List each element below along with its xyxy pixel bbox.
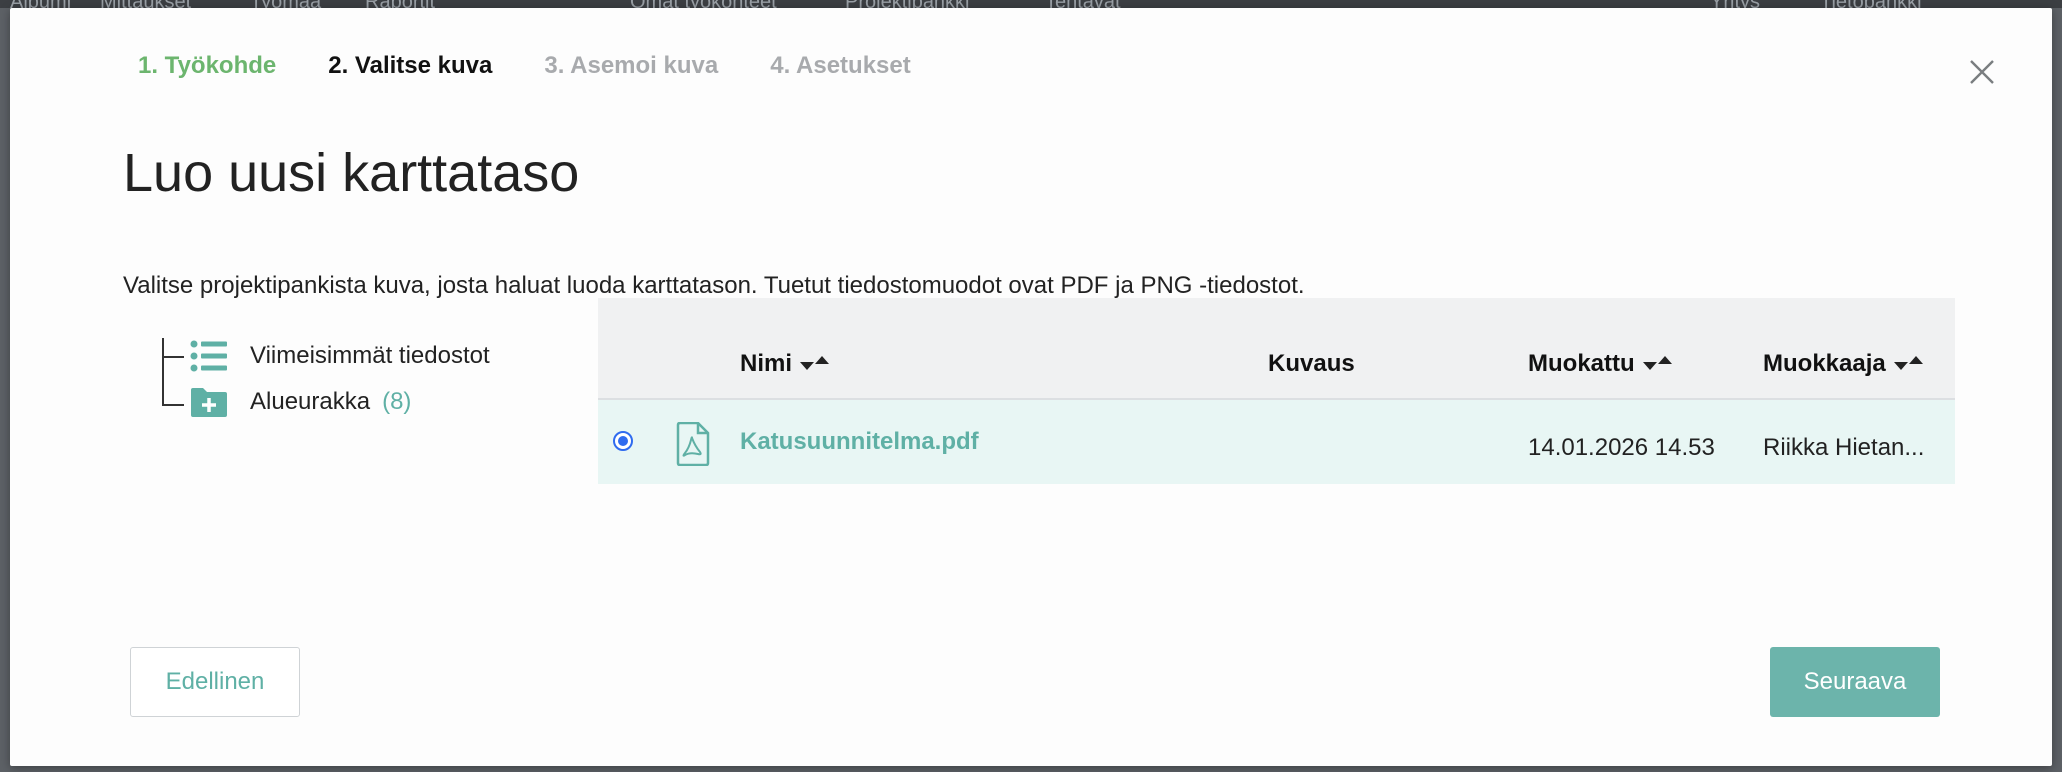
table-row[interactable]: Katusuunnitelma.pdf 14.01.2026 14.53 Rii… [598,400,1955,484]
sort-icon [800,355,830,370]
tree-connector [162,404,184,406]
file-name-link[interactable]: Katusuunnitelma.pdf [740,428,979,456]
step-position-image: 3. Asemoi kuva [544,52,719,79]
next-button[interactable]: Seuraava [1770,647,1940,717]
bg-nav-item: Mittaukset [100,0,191,8]
tree-item-label: Viimeisimmät tiedostot [250,342,490,369]
bg-nav-item: Raportit [365,0,435,8]
bg-nav-item: Yritys [1710,0,1760,8]
wizard-steps: 1. Työkohde 2. Valitse kuva 3. Asemoi ku… [138,52,911,80]
bg-nav-item: Albumi [10,0,71,8]
tree-item-label: Alueurakka [250,388,371,415]
step-settings: 4. Asetukset [770,52,911,79]
background-app-nav: Albumi Mittaukset Työmaa Raportit Omat t… [0,0,2062,8]
column-label: Kuvaus [1268,350,1355,377]
close-button[interactable] [1968,58,1996,86]
tree-item-recent-files[interactable]: Viimeisimmät tiedostot [190,336,490,376]
sort-icon [1893,355,1923,370]
table-header: Nimi Kuvaus Muokattu Muokkaaja [598,298,1955,400]
previous-button[interactable]: Edellinen [130,647,300,717]
tree-connector [162,338,164,404]
column-header-name[interactable]: Nimi [740,350,830,378]
list-icon [190,340,227,372]
step-select-image: 2. Valitse kuva [328,52,493,79]
column-label: Nimi [740,350,793,377]
folder-count-badge: (8) [382,388,412,415]
column-header-modified[interactable]: Muokattu [1528,350,1672,378]
tree-connector [162,356,184,358]
bg-nav-item: Tietopankki [1820,0,1922,8]
page-title: Luo uusi karttataso [123,143,580,203]
create-map-layer-dialog: 1. Työkohde 2. Valitse kuva 3. Asemoi ku… [10,8,2052,766]
bg-nav-item: Omat työkohteet [630,0,777,8]
close-icon [1970,60,1994,84]
bg-nav-item: Tehtävät [1045,0,1121,8]
row-select-radio[interactable] [613,431,633,451]
folder-plus-icon [191,388,227,417]
step-work-target[interactable]: 1. Työkohde [138,52,276,80]
sort-icon [1642,355,1672,370]
pdf-file-icon [676,422,710,466]
file-modified-date: 14.01.2026 14.53 [1528,434,1715,461]
file-table: Nimi Kuvaus Muokattu Muokkaaja Katusuunn… [598,298,1955,484]
bg-nav-item: Projektipankki [845,0,970,8]
column-header-editor[interactable]: Muokkaaja [1763,350,1923,378]
column-label: Muokkaaja [1763,350,1886,377]
instructions-text: Valitse projektipankista kuva, josta hal… [123,272,1305,299]
column-header-description: Kuvaus [1268,350,1355,378]
file-editor: Riikka Hietan... [1763,434,1925,461]
column-label: Muokattu [1528,350,1635,377]
bg-nav-item: Työmaa [250,0,321,8]
tree-item-folder-alueurakka[interactable]: Alueurakka (8) [190,382,411,422]
